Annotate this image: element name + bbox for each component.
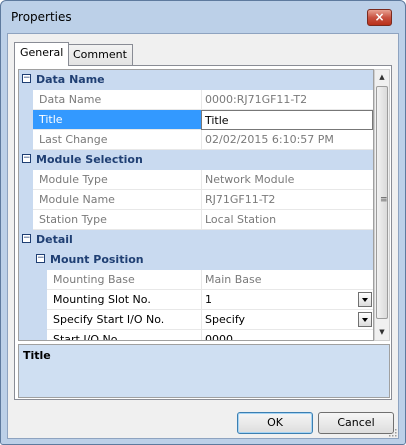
ok-button[interactable]: OK <box>237 412 313 434</box>
window-title: Properties <box>11 10 72 24</box>
title-value-input[interactable]: Title <box>201 110 373 130</box>
description-title: Title <box>23 349 51 362</box>
property-value: Network Module <box>201 170 373 190</box>
row-gutter <box>19 210 33 230</box>
specify-start-io-value: Specify <box>205 313 246 326</box>
property-value: Main Base <box>201 270 373 290</box>
property-row-title[interactable]: Title Title <box>19 110 373 130</box>
dropdown-arrow-icon[interactable] <box>358 312 372 327</box>
dialog-client-area: General Comment − Data Name Data Name 00… <box>7 33 399 439</box>
property-row-mounting-base[interactable]: Mounting Base Main Base <box>19 270 373 290</box>
category-module-selection-label: Module Selection <box>36 153 143 166</box>
property-row-data-name[interactable]: Data Name 0000:RJ71GF11-T2 <box>19 90 373 110</box>
cancel-button[interactable]: Cancel <box>318 412 394 434</box>
mounting-slot-select[interactable]: 1 <box>201 290 373 310</box>
property-name: Last Change <box>33 130 201 150</box>
property-value: 0000:RJ71GF11-T2 <box>201 90 373 110</box>
property-grid: − Data Name Data Name 0000:RJ71GF11-T2 T… <box>18 69 374 341</box>
specify-start-io-select[interactable]: Specify <box>201 310 373 330</box>
grip-icon: ≡ <box>380 195 388 205</box>
row-gutter <box>19 290 47 310</box>
category-data-name[interactable]: − Data Name <box>19 70 373 90</box>
resize-grip-icon[interactable] <box>387 427 397 437</box>
collapse-icon[interactable]: − <box>22 154 31 163</box>
category-mount-position[interactable]: − Mount Position <box>19 250 373 270</box>
row-gutter <box>19 330 47 340</box>
dropdown-arrow-icon[interactable] <box>358 292 372 307</box>
collapse-icon[interactable]: − <box>22 234 31 243</box>
tab-comment-label: Comment <box>73 48 127 61</box>
category-detail-label: Detail <box>36 233 73 246</box>
property-name: Specify Start I/O No. <box>47 310 201 330</box>
property-name: Module Name <box>33 190 201 210</box>
tab-general[interactable]: General <box>14 42 70 66</box>
description-panel: Title <box>18 344 390 398</box>
property-row-start-io[interactable]: Start I/O No. 0000 <box>19 330 373 340</box>
property-name: Station Type <box>33 210 201 230</box>
close-icon: × <box>374 10 385 24</box>
property-row-station-type[interactable]: Station Type Local Station <box>19 210 373 230</box>
category-data-name-label: Data Name <box>36 73 105 86</box>
property-name: Title <box>33 110 201 130</box>
property-grid-scrollbar[interactable]: ▲ ≡ ▼ <box>374 69 390 341</box>
tab-panel-general: − Data Name Data Name 0000:RJ71GF11-T2 T… <box>14 65 392 400</box>
scroll-down-arrow-icon[interactable]: ▼ <box>375 325 389 339</box>
property-row-module-type[interactable]: Module Type Network Module <box>19 170 373 190</box>
property-name: Module Type <box>33 170 201 190</box>
property-row-mounting-slot[interactable]: Mounting Slot No. 1 <box>19 290 373 310</box>
properties-dialog: Properties × General Comment − Data Name… <box>0 0 406 445</box>
property-value: 02/02/2015 6:10:57 PM <box>201 130 373 150</box>
property-value: RJ71GF11-T2 <box>201 190 373 210</box>
mounting-slot-value: 1 <box>205 293 212 306</box>
property-row-last-change[interactable]: Last Change 02/02/2015 6:10:57 PM <box>19 130 373 150</box>
collapse-icon[interactable]: − <box>36 254 45 263</box>
tab-comment[interactable]: Comment <box>67 44 133 65</box>
scroll-up-arrow-icon[interactable]: ▲ <box>375 70 389 84</box>
start-io-input[interactable]: 0000 <box>201 330 373 340</box>
category-mount-position-label: Mount Position <box>50 253 144 266</box>
property-name: Data Name <box>33 90 201 110</box>
row-gutter <box>19 310 47 330</box>
property-name: Mounting Slot No. <box>47 290 201 310</box>
collapse-icon[interactable]: − <box>22 74 31 83</box>
close-button[interactable]: × <box>367 9 392 26</box>
category-detail[interactable]: − Detail <box>19 230 373 250</box>
row-gutter <box>19 130 33 150</box>
category-module-selection[interactable]: − Module Selection <box>19 150 373 170</box>
scrollbar-thumb[interactable]: ≡ <box>376 86 388 319</box>
tab-general-label: General <box>20 46 64 59</box>
row-gutter <box>19 190 33 210</box>
property-row-module-name[interactable]: Module Name RJ71GF11-T2 <box>19 190 373 210</box>
row-gutter <box>19 90 33 110</box>
row-gutter <box>19 170 33 190</box>
title-bar[interactable]: Properties × <box>1 1 405 33</box>
property-name: Start I/O No. <box>47 330 201 340</box>
row-gutter <box>19 270 47 290</box>
property-name: Mounting Base <box>47 270 201 290</box>
row-gutter <box>19 110 33 130</box>
property-row-specify-start-io[interactable]: Specify Start I/O No. Specify <box>19 310 373 330</box>
property-value: Local Station <box>201 210 373 230</box>
